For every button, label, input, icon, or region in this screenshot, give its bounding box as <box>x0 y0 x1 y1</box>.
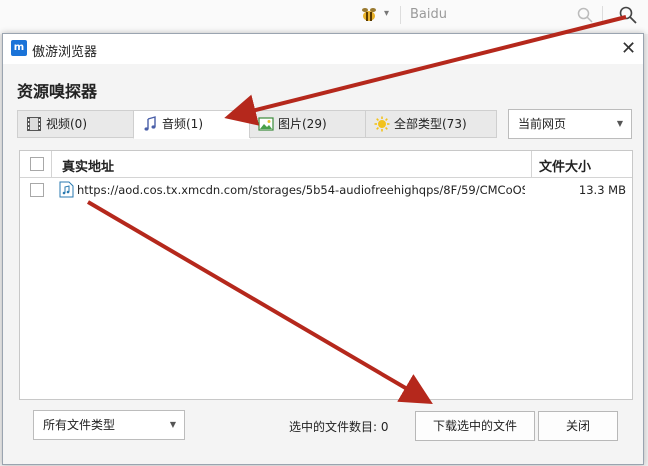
selected-count: 选中的文件数目: 0 <box>289 420 389 434</box>
tab-all-types[interactable]: 全部类型(73) <box>365 110 497 138</box>
resource-size: 13.3 MB <box>578 183 626 197</box>
tab-label: 音频(1) <box>162 117 203 131</box>
resource-url: https://aod.cos.tx.xmcdn.com/storages/5b… <box>77 183 525 197</box>
browser-toolbar: ▾ Baidu <box>0 0 648 34</box>
tab-audio[interactable]: 音频(1) <box>133 110 251 139</box>
select-all-checkbox[interactable] <box>30 157 44 171</box>
search-input[interactable]: Baidu <box>410 7 447 22</box>
chevron-down-icon: ▼ <box>616 119 623 128</box>
tab-video[interactable]: 视频(0) <box>17 110 135 138</box>
download-selected-button[interactable]: 下载选中的文件 <box>415 411 535 441</box>
table-row[interactable]: https://aod.cos.tx.xmcdn.com/storages/5b… <box>20 178 632 202</box>
close-icon[interactable]: ✕ <box>621 38 636 59</box>
scope-select-value: 当前网页 <box>518 117 567 131</box>
tab-label: 全部类型(73) <box>394 117 467 131</box>
resource-list: 真实地址 文件大小 https://aod.cos.tx.xmcdn.com/s… <box>19 150 633 400</box>
sun-icon <box>374 116 390 132</box>
sniffer-search-icon[interactable] <box>618 5 638 25</box>
image-icon <box>258 117 274 131</box>
list-header: 真实地址 文件大小 <box>20 151 632 178</box>
music-note-icon <box>144 116 156 131</box>
tab-label: 图片(29) <box>278 117 327 131</box>
audio-file-icon <box>59 181 74 198</box>
dialog-title: 傲游浏览器 <box>32 45 98 60</box>
maxthon-logo-icon: m <box>11 40 27 56</box>
resource-sniffer-dialog: m 傲游浏览器 ✕ 资源嗅探器 视频(0) 音频(1) 图片(29) 全部类型(… <box>2 33 644 465</box>
tab-label: 视频(0) <box>46 117 87 131</box>
close-button[interactable]: 关闭 <box>538 411 618 441</box>
chevron-down-icon[interactable]: ▾ <box>384 8 389 19</box>
page-title: 资源嗅探器 <box>17 82 98 101</box>
chevron-down-icon: ▼ <box>169 420 176 429</box>
divider <box>400 6 401 24</box>
column-header-size[interactable]: 文件大小 <box>539 156 591 175</box>
file-type-filter-select[interactable]: 所有文件类型 ▼ <box>33 410 185 440</box>
dialog-titlebar: m 傲游浏览器 ✕ <box>3 34 643 64</box>
column-header-url[interactable]: 真实地址 <box>62 156 114 175</box>
bee-icon[interactable] <box>359 5 379 25</box>
divider <box>602 6 603 24</box>
search-icon[interactable] <box>576 6 594 24</box>
film-icon <box>27 117 41 131</box>
column-divider <box>51 151 52 177</box>
column-divider <box>531 151 532 177</box>
row-checkbox[interactable] <box>30 183 44 197</box>
scope-select[interactable]: 当前网页 ▼ <box>508 109 632 139</box>
tab-images[interactable]: 图片(29) <box>249 110 367 138</box>
file-type-filter-value: 所有文件类型 <box>43 418 116 432</box>
